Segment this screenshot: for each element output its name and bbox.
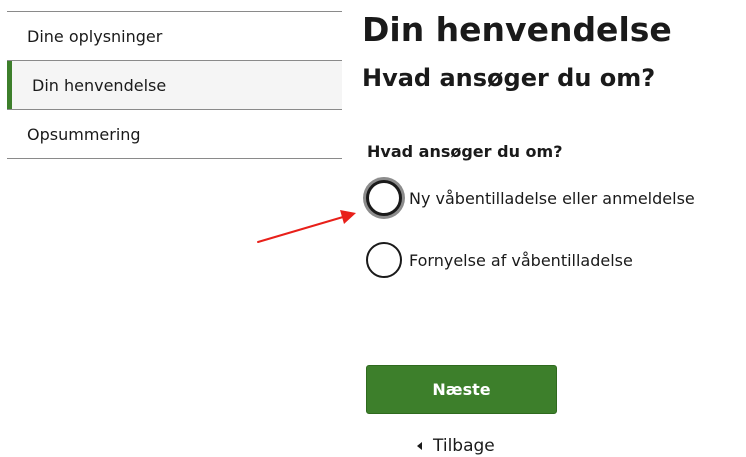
- annotation-arrow-line: [257, 216, 344, 243]
- annotation-arrow-icon: [257, 210, 356, 243]
- annotation-arrow-head: [340, 210, 356, 224]
